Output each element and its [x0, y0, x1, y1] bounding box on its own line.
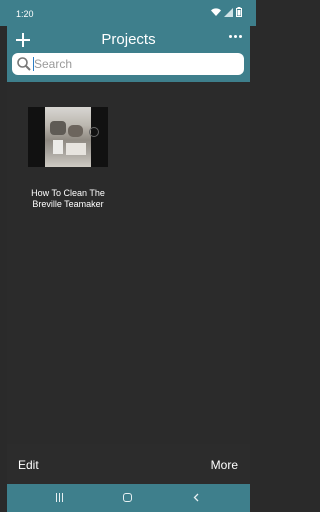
video-overlay-icon [89, 127, 99, 137]
search-input[interactable] [34, 53, 234, 75]
status-time: 1:20 [16, 9, 34, 19]
more-button[interactable]: More [211, 458, 238, 472]
project-thumbnail[interactable] [28, 107, 108, 167]
edit-button[interactable]: Edit [18, 458, 39, 472]
wifi-icon [211, 7, 221, 16]
status-icons [211, 7, 242, 17]
project-card[interactable]: How To Clean The Breville Teamaker [26, 107, 110, 210]
teamaker-photo [45, 107, 91, 167]
app-header: Projects [7, 26, 250, 82]
home-icon[interactable] [123, 493, 132, 502]
status-bar: 1:20 [0, 0, 256, 26]
back-icon[interactable] [192, 493, 201, 502]
search-icon [17, 57, 31, 71]
recents-icon[interactable] [56, 493, 63, 502]
search-bar [12, 53, 244, 75]
page-title: Projects [101, 31, 156, 48]
signal-icon [224, 7, 233, 17]
project-title: How To Clean The Breville Teamaker [31, 188, 105, 209]
bottom-toolbar: Edit More [7, 444, 250, 484]
battery-icon [236, 7, 242, 17]
projects-grid: How To Clean The Breville Teamaker [7, 82, 250, 444]
system-nav-bar [7, 484, 250, 512]
more-horizontal-icon[interactable] [229, 35, 242, 38]
